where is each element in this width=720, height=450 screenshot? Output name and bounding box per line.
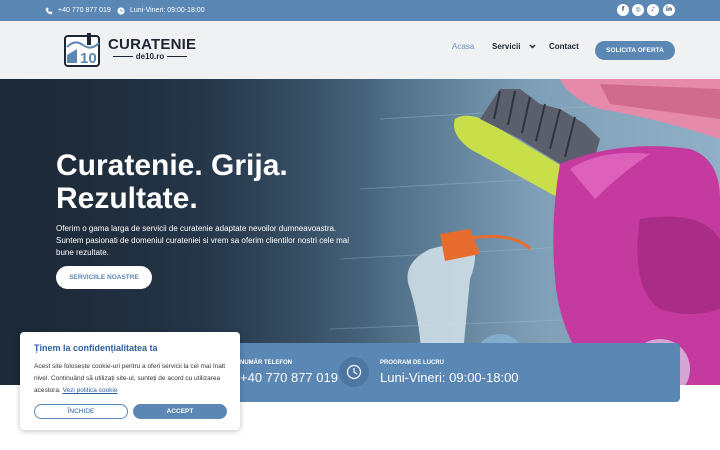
facebook-icon[interactable]: f bbox=[617, 4, 629, 16]
nav-acasa[interactable]: Acasa bbox=[452, 42, 474, 51]
chevron-down-icon bbox=[529, 44, 536, 49]
cookie-text: Acest site folosește cookie-uri pentru a… bbox=[34, 361, 230, 397]
logo-badge: 10 bbox=[80, 50, 97, 67]
phone-label: NUMĂR TELEFON bbox=[240, 360, 292, 366]
logo-subtitle-text: de10.ro bbox=[135, 52, 165, 61]
cookie-accept-button[interactable]: ACCEPT bbox=[133, 404, 227, 419]
logo-title[interactable]: CURATENIE bbox=[108, 36, 196, 53]
nav-contact[interactable]: Contact bbox=[549, 42, 579, 51]
hero-title-line2: Rezultate. bbox=[56, 182, 198, 215]
topbar-phone[interactable]: +40 770 877 019 bbox=[45, 0, 111, 21]
site-header: 10 CURATENIE de10.ro Acasa Servicii Cont… bbox=[0, 21, 720, 79]
clock-icon bbox=[339, 357, 369, 387]
hero-title-line1: Curatenie. Grija. bbox=[56, 149, 288, 182]
nav-servicii[interactable]: Servicii bbox=[492, 42, 536, 51]
phone-icon bbox=[45, 7, 53, 14]
contact-info-strip: NUMĂR TELEFON +40 770 877 019 PROGRAM DE… bbox=[208, 343, 680, 402]
phone-value[interactable]: +40 770 877 019 bbox=[240, 370, 338, 385]
nav-servicii-label: Servicii bbox=[492, 42, 521, 51]
solicita-oferta-button[interactable]: SOLICITA OFERTA bbox=[595, 41, 675, 60]
hours-value: Luni-Vineri: 09:00-18:00 bbox=[380, 370, 519, 385]
hero-title: Curatenie. Grija. Rezultate. bbox=[56, 149, 356, 215]
tiktok-icon[interactable]: ♪ bbox=[647, 4, 659, 16]
instagram-icon[interactable]: ◎ bbox=[632, 4, 644, 16]
cookie-title: Ținem la confidențialitatea ta bbox=[34, 343, 158, 353]
top-bar: +40 770 877 019 Luni-Vineri: 09:00-18:00… bbox=[0, 0, 720, 21]
topbar-hours: Luni-Vineri: 09:00-18:00 bbox=[117, 0, 205, 21]
cookie-banner: Ținem la confidențialitatea ta Acest sit… bbox=[20, 332, 240, 430]
cookie-close-button[interactable]: ÎNCHIDE bbox=[34, 404, 128, 419]
hero-description: Oferim o gama larga de servicii de curat… bbox=[56, 224, 350, 257]
logo-icon[interactable]: 10 bbox=[63, 33, 103, 68]
clock-icon bbox=[117, 6, 125, 15]
serviciile-noastre-button[interactable]: SERVICIILE NOASTRE bbox=[56, 266, 152, 289]
hours-label: PROGRAM DE LUCRU bbox=[380, 360, 444, 366]
topbar-phone-text: +40 770 877 019 bbox=[58, 7, 111, 14]
cookie-policy-link[interactable]: Vezi politica cookie bbox=[63, 387, 118, 394]
topbar-hours-text: Luni-Vineri: 09:00-18:00 bbox=[130, 7, 205, 14]
logo-subtitle: de10.ro bbox=[113, 52, 187, 61]
linkedin-icon[interactable]: in bbox=[663, 4, 675, 16]
